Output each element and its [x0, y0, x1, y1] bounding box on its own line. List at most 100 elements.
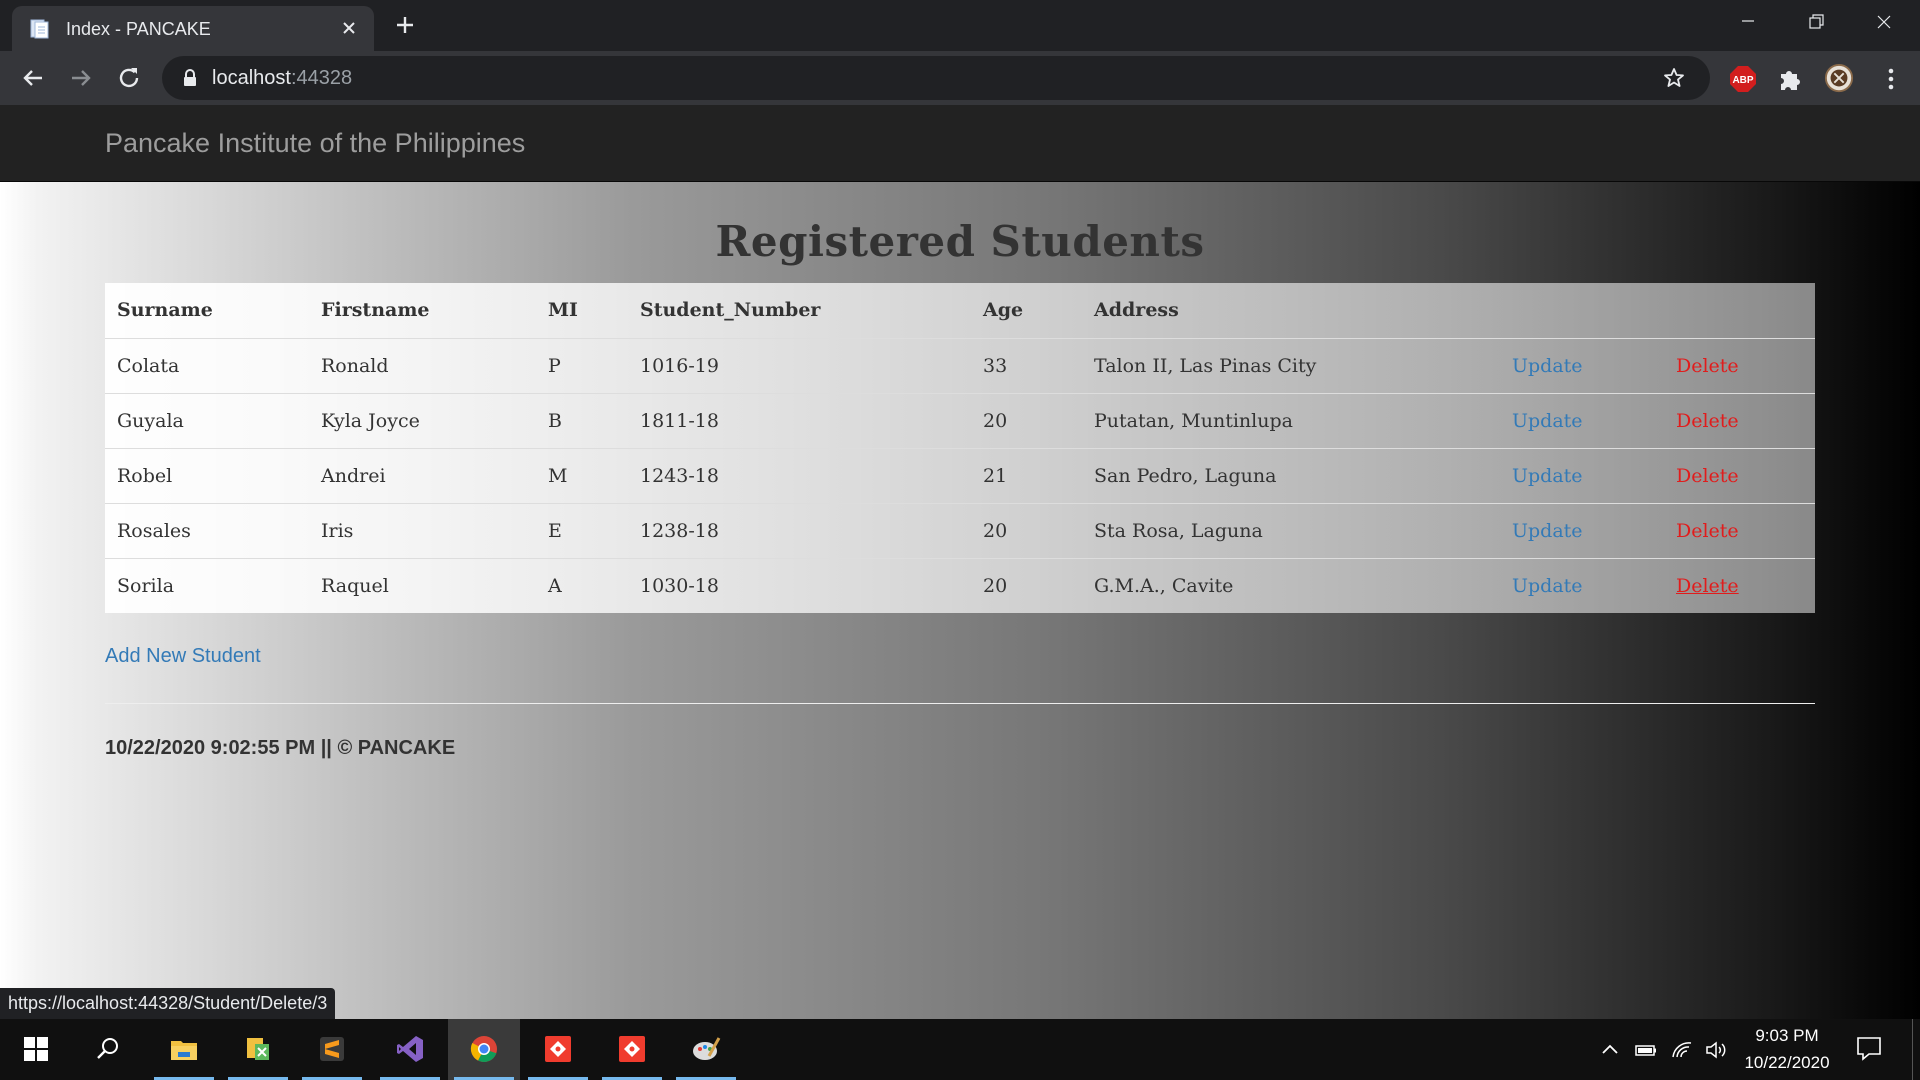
add-new-student-link[interactable]: Add New Student [105, 645, 261, 668]
file-explorer-icon [171, 1041, 197, 1060]
taskbar-file-explorer[interactable] [148, 1019, 220, 1080]
extensions-puzzle-icon[interactable] [1776, 64, 1806, 94]
cell-update: Update [1500, 337, 1664, 393]
forward-arrow-icon[interactable] [66, 63, 96, 93]
cell-address: G.M.A., Cavite [1082, 557, 1500, 613]
search-icon [97, 1038, 118, 1059]
windows-start-button[interactable] [0, 1019, 72, 1080]
table-row: Robel Andrei M 1243-18 21 San Pedro, Lag… [105, 447, 1815, 503]
taskbar-paint[interactable] [670, 1019, 742, 1080]
site-navbar: Pancake Institute of the Philippines [0, 105, 1920, 182]
delete-link[interactable]: Delete [1676, 465, 1739, 487]
url-port: :44328 [290, 67, 353, 89]
delete-link[interactable]: Delete [1676, 355, 1739, 377]
document-favicon-icon [30, 19, 49, 39]
address-bar[interactable]: localhost:44328 [162, 56, 1710, 100]
cell-age: 20 [971, 557, 1082, 613]
windows-start-icon [24, 1037, 48, 1061]
adblock-plus-icon[interactable]: ABP [1728, 64, 1758, 94]
delete-link[interactable]: Delete [1676, 410, 1739, 432]
menu-kebab-icon[interactable] [1876, 64, 1906, 94]
clock-time[interactable]: 9:03 PM [1754, 1026, 1820, 1046]
delete-link-hovered[interactable]: Delete [1676, 575, 1739, 597]
cell-update: Update [1500, 392, 1664, 448]
cell-mi: M [536, 447, 628, 503]
column-header-age: Age [971, 283, 1082, 339]
column-header-surname: Surname [105, 283, 309, 339]
update-link[interactable]: Update [1512, 355, 1583, 377]
reload-icon[interactable] [114, 63, 144, 93]
cell-age: 20 [971, 502, 1082, 558]
cell-student-number: 1243-18 [628, 447, 971, 503]
url-text[interactable]: localhost:44328 [212, 67, 352, 90]
restore-window-icon[interactable] [1782, 0, 1850, 44]
cell-surname: Colata [105, 337, 309, 393]
chrome-icon [470, 1036, 497, 1062]
windows-taskbar [0, 1019, 1920, 1080]
browser-toolbar: localhost:44328 ABP [0, 51, 1920, 105]
footer-divider [105, 703, 1815, 704]
cell-age: 20 [971, 392, 1082, 448]
wifi-icon[interactable] [1670, 1039, 1694, 1061]
cell-surname: Sorila [105, 557, 309, 613]
table-header-row: Surname Firstname MI Student_Number Age … [105, 283, 1815, 339]
cell-update: Update [1500, 447, 1664, 503]
close-tab-icon[interactable] [338, 17, 360, 39]
page-content: Pancake Institute of the Philippines Reg… [0, 105, 1920, 1019]
bookmark-star-icon[interactable] [1662, 66, 1686, 90]
taskbar-git-app[interactable] [522, 1019, 594, 1080]
cell-address: Talon II, Las Pinas City [1082, 337, 1500, 393]
paint-icon [693, 1037, 721, 1060]
close-window-icon[interactable] [1850, 0, 1918, 44]
show-desktop-button[interactable] [1912, 1019, 1920, 1080]
cell-surname: Robel [105, 447, 309, 503]
column-header-mi: MI [536, 283, 628, 339]
cell-mi: P [536, 337, 628, 393]
back-arrow-icon[interactable] [18, 63, 48, 93]
browser-tab-active[interactable]: Index - PANCAKE [12, 6, 374, 51]
status-bar-url: https://localhost:44328/Student/Delete/3 [0, 988, 336, 1019]
delete-link[interactable]: Delete [1676, 520, 1739, 542]
table-row: Sorila Raquel A 1030-18 20 G.M.A., Cavit… [105, 557, 1815, 613]
column-header-firstname: Firstname [309, 283, 536, 339]
taskbar-sublime-text[interactable] [296, 1019, 368, 1080]
cell-address: Putatan, Muntinlupa [1082, 392, 1500, 448]
cell-firstname: Andrei [309, 447, 536, 503]
taskbar-search-button[interactable] [72, 1019, 144, 1080]
cell-firstname: Kyla Joyce [309, 392, 536, 448]
cell-delete: Delete [1664, 447, 1815, 503]
clock-date[interactable]: 10/22/2020 [1738, 1053, 1836, 1073]
battery-icon[interactable] [1634, 1039, 1658, 1061]
profile-avatar[interactable] [1824, 63, 1854, 93]
column-header-update-empty [1500, 283, 1664, 339]
minimize-window-icon[interactable] [1714, 0, 1782, 44]
taskbar-git-app-2[interactable] [596, 1019, 668, 1080]
taskbar-chrome[interactable] [448, 1019, 520, 1080]
cell-surname: Guyala [105, 392, 309, 448]
update-link[interactable]: Update [1512, 465, 1583, 487]
sublime-text-icon [320, 1037, 344, 1061]
cell-firstname: Ronald [309, 337, 536, 393]
cell-delete: Delete [1664, 557, 1815, 613]
update-link[interactable]: Update [1512, 575, 1583, 597]
taskbar-visual-studio[interactable] [374, 1019, 446, 1080]
volume-icon[interactable] [1704, 1039, 1728, 1061]
chevron-up-icon[interactable] [1598, 1039, 1622, 1061]
update-link[interactable]: Update [1512, 410, 1583, 432]
cell-student-number: 1811-18 [628, 392, 971, 448]
site-brand[interactable]: Pancake Institute of the Philippines [105, 128, 525, 159]
cell-age: 33 [971, 337, 1082, 393]
git-app-icon-2 [619, 1036, 645, 1062]
cell-update: Update [1500, 502, 1664, 558]
git-app-icon [545, 1036, 571, 1062]
cell-delete: Delete [1664, 502, 1815, 558]
visual-studio-icon [397, 1036, 423, 1062]
column-header-student-number: Student_Number [628, 283, 971, 339]
new-tab-plus-icon[interactable] [392, 12, 418, 38]
cell-age: 21 [971, 447, 1082, 503]
lock-icon[interactable] [182, 69, 198, 87]
abp-label: ABP [1732, 75, 1753, 86]
taskbar-app-sticky[interactable] [222, 1019, 294, 1080]
update-link[interactable]: Update [1512, 520, 1583, 542]
notification-center-icon[interactable] [1855, 1035, 1883, 1061]
